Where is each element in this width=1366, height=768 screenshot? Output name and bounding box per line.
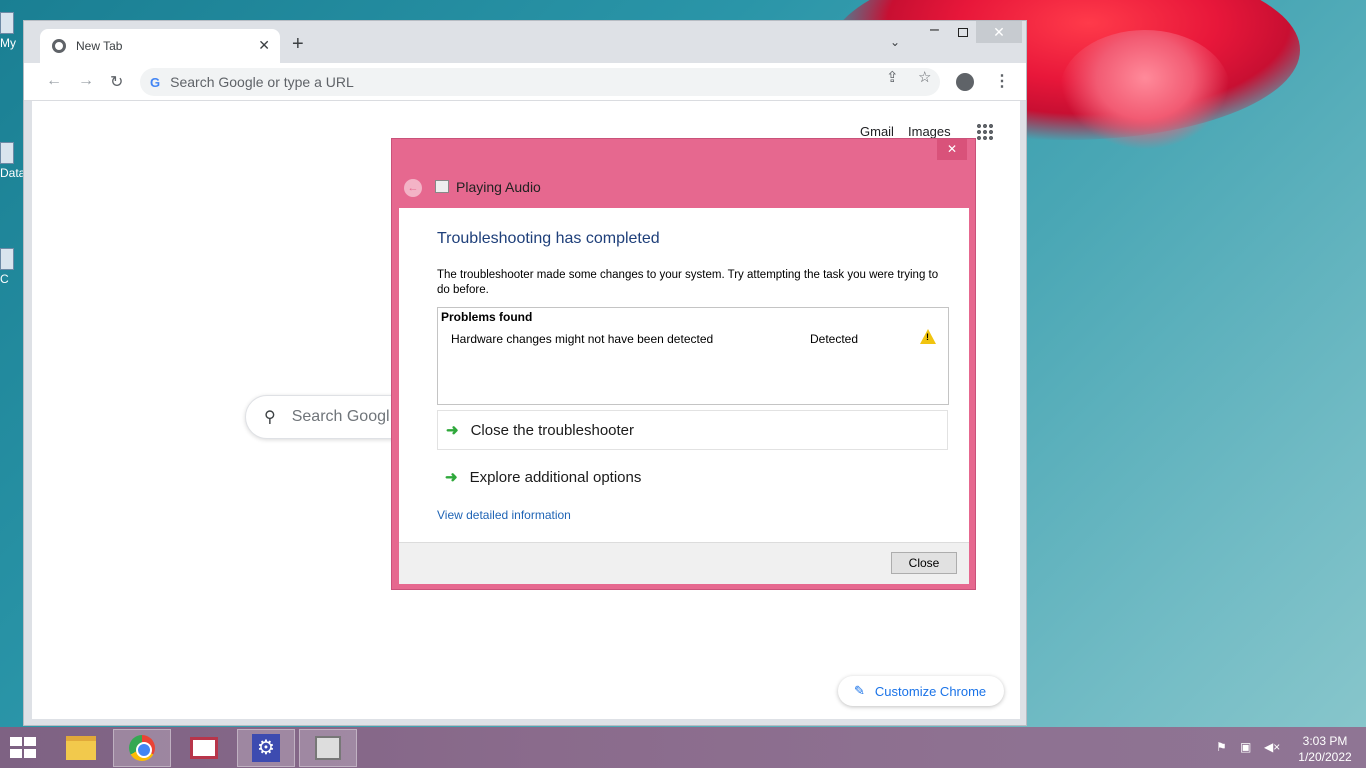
speaker-muted-icon[interactable]: ◀× (1264, 740, 1280, 754)
taskbar-file-explorer[interactable] (52, 729, 110, 767)
address-bar[interactable]: G Search Google or type a URL (140, 68, 940, 96)
chrome-icon (129, 735, 155, 761)
close-troubleshooter-option[interactable]: ➜ Close the troubleshooter (437, 410, 948, 450)
images-link[interactable]: Images (908, 124, 951, 139)
green-arrow-icon: ➜ (445, 469, 458, 486)
shortcut-icon (0, 248, 14, 270)
desktop-icon-my-computer[interactable]: My (0, 12, 16, 50)
option-label: Close the troubleshooter (470, 421, 635, 439)
tab-new-tab[interactable]: New Tab ✕ (40, 29, 280, 63)
window-close-button[interactable]: ✕ (976, 21, 1022, 43)
action-center-flag-icon[interactable]: ⚑ (1216, 740, 1227, 754)
clock-date: 1/20/2022 (1298, 750, 1352, 764)
address-bar-placeholder: Search Google or type a URL (170, 74, 354, 90)
problem-status: Detected (810, 332, 859, 346)
reload-icon[interactable]: ↻ (110, 72, 123, 92)
view-detailed-information-link[interactable]: View detailed information (437, 508, 571, 522)
network-icon[interactable]: ▣ (1240, 740, 1251, 754)
google-g-icon: G (150, 74, 161, 90)
customize-chrome-button[interactable]: ✎ Customize Chrome (838, 676, 1004, 706)
dialog-close-icon[interactable]: ✕ (937, 139, 967, 160)
gear-icon: ⚙ (252, 734, 280, 762)
back-arrow-icon[interactable]: ← (46, 72, 62, 90)
browser-toolbar: ← → ↻ G Search Google or type a URL ⇪ ☆ … (24, 63, 1026, 101)
computer-icon (0, 12, 14, 34)
pencil-icon: ✎ (854, 683, 865, 698)
back-arrow-icon[interactable]: ← (404, 179, 422, 197)
customize-chrome-label: Customize Chrome (874, 683, 987, 699)
tab-close-icon[interactable]: ✕ (258, 37, 270, 54)
dialog-footer: Close (399, 542, 969, 584)
taskbar-news-app[interactable] (175, 729, 233, 767)
chrome-menu-icon[interactable]: ⋮ (994, 71, 1010, 91)
completion-description: The troubleshooter made some changes to … (437, 269, 939, 296)
folder-icon (66, 736, 96, 760)
desktop-icon-label: My (0, 36, 16, 50)
desktop-icon-data[interactable]: Data (0, 142, 25, 180)
close-button[interactable]: Close (891, 552, 957, 574)
shortcut-icon (0, 142, 14, 164)
taskbar: ⚙ ⚑ ▣ ◀× 3:03 PM 1/20/2022 (0, 727, 1366, 768)
tab-strip: New Tab ✕ + ⌄ – ✕ (24, 21, 1026, 63)
green-arrow-icon: ➜ (446, 422, 459, 439)
completion-heading: Troubleshooting has completed (437, 230, 660, 247)
forward-arrow-icon[interactable]: → (78, 72, 94, 90)
search-box-placeholder: Search Googl (291, 408, 390, 425)
windows-start-icon[interactable] (10, 737, 38, 759)
share-icon[interactable]: ⇪ (886, 68, 899, 86)
gmail-link[interactable]: Gmail (860, 124, 894, 139)
desktop-icon-label: Data (0, 166, 26, 180)
taskbar-google-chrome[interactable] (113, 729, 171, 767)
dialog-body: Troubleshooting has completed The troubl… (399, 208, 969, 542)
desktop-icon-label: C (0, 272, 9, 286)
maximize-button[interactable] (958, 28, 968, 37)
google-apps-grid-icon[interactable] (976, 123, 994, 141)
troubleshooter-icon (315, 736, 341, 760)
option-label: Explore additional options (469, 468, 642, 486)
troubleshooter-dialog: ✕ ← Playing Audio Troubleshooting has co… (391, 138, 976, 590)
profile-avatar-icon[interactable] (956, 73, 974, 91)
wallpaper-flower-highlight (1060, 30, 1230, 150)
dialog-title: Playing Audio (456, 179, 541, 195)
warning-icon: ! (920, 329, 936, 344)
system-clock[interactable]: 3:03 PM 1/20/2022 (1292, 733, 1358, 765)
problems-found-header: Problems found (441, 310, 533, 324)
search-icon: ⚲ (264, 409, 276, 426)
tab-title: New Tab (76, 39, 123, 53)
troubleshooter-app-icon (435, 180, 449, 193)
news-icon (190, 737, 218, 759)
tab-search-chevron-down-icon[interactable]: ⌄ (890, 35, 900, 49)
taskbar-settings[interactable]: ⚙ (237, 729, 295, 767)
new-tab-button[interactable]: + (292, 33, 304, 56)
taskbar-troubleshooter[interactable] (299, 729, 357, 767)
minimize-button[interactable]: – (930, 21, 939, 39)
problems-found-panel: Problems found Hardware changes might no… (437, 307, 949, 405)
clock-time: 3:03 PM (1302, 734, 1348, 748)
desktop-icon-c[interactable]: C (0, 248, 14, 286)
bookmark-star-icon[interactable]: ☆ (918, 68, 931, 86)
chrome-favicon-icon (52, 39, 66, 53)
explore-options-option[interactable]: ➜ Explore additional options (437, 457, 948, 497)
problem-description: Hardware changes might not have been det… (451, 332, 714, 346)
